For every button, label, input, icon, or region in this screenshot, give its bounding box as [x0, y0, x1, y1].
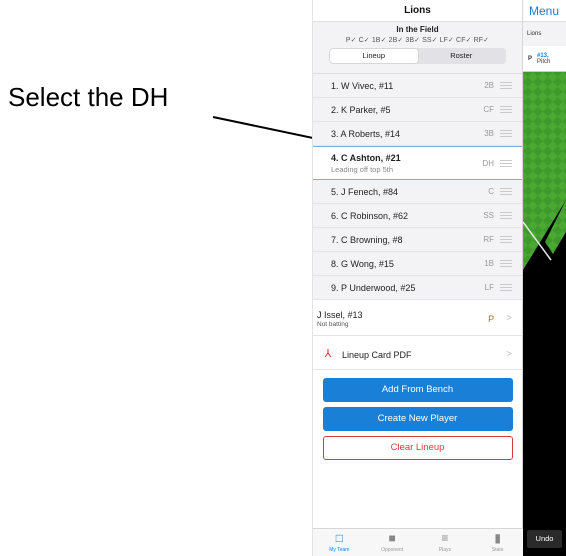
reorder-handle-icon[interactable]: [500, 159, 512, 167]
game-view-panel: Menu Lions P #13, Pitch Undo: [523, 0, 566, 556]
field-diagram: [523, 72, 566, 556]
player-name: 7. C Browning, #8: [331, 234, 403, 245]
segment-roster[interactable]: Roster: [418, 49, 506, 63]
pitcher-card-position: P: [527, 55, 532, 62]
segment-lineup[interactable]: Lineup: [330, 49, 418, 63]
player-name: 2. K Parker, #5: [331, 104, 391, 115]
lineup-row[interactable]: 1. W Vivec, #11 2B: [313, 74, 522, 98]
reorder-handle-icon[interactable]: [500, 260, 512, 267]
field-title: In the Field: [396, 25, 439, 34]
lineup-row[interactable]: 9. P Underwood, #25 LF: [313, 276, 522, 300]
lineup-panel: Lions In the Field P✓ C✓ 1B✓ 2B✓ 3B✓ SS✓…: [312, 0, 524, 556]
position-label[interactable]: 2B: [484, 81, 494, 90]
reorder-handle-icon[interactable]: [500, 130, 512, 137]
jersey-filled-icon: ■: [388, 531, 396, 545]
position-label[interactable]: CF: [483, 105, 494, 114]
lineup-row[interactable]: 6. C Robinson, #62 SS: [313, 204, 522, 228]
field-positions-status: P✓ C✓ 1B✓ 2B✓ 3B✓ SS✓ LF✓ CF✓ RF✓: [345, 37, 490, 44]
reorder-handle-icon[interactable]: [500, 212, 512, 219]
pitcher-card[interactable]: P #13, Pitch: [523, 46, 566, 72]
undo-button[interactable]: Undo: [527, 530, 562, 548]
pitcher-note: Not batting: [317, 320, 349, 328]
position-label[interactable]: RF: [483, 235, 494, 244]
player-name: 6. C Robinson, #62: [331, 210, 409, 221]
tab-label: My Team: [329, 547, 350, 553]
tab-label: Opponent: [381, 547, 404, 553]
team-title: Lions: [313, 0, 522, 22]
bar-chart-icon: ▮: [494, 531, 501, 545]
reorder-handle-icon[interactable]: [500, 188, 512, 195]
list-icon: ≡: [441, 531, 449, 545]
menu-button[interactable]: Menu: [523, 0, 566, 22]
lineup-row[interactable]: 7. C Browning, #8 RF: [313, 228, 522, 252]
pdf-icon: ⅄: [324, 348, 332, 360]
add-from-bench-button[interactable]: Add From Bench: [322, 378, 513, 402]
create-new-player-button[interactable]: Create New Player: [322, 407, 513, 431]
batting-lineup-list: 1. W Vivec, #11 2B 2. K Parker, #5 CF 3.…: [313, 74, 522, 300]
position-label[interactable]: LF: [485, 283, 494, 292]
tab-label: Stats: [491, 547, 504, 553]
position-label[interactable]: SS: [483, 211, 494, 220]
position-label[interactable]: 1B: [484, 259, 494, 268]
team-header: Lions: [523, 22, 566, 46]
pitcher-position-label: P: [488, 313, 495, 324]
clear-lineup-button[interactable]: Clear Lineup: [322, 436, 513, 460]
position-label[interactable]: C: [488, 187, 494, 196]
lineup-row[interactable]: 3. A Roberts, #14 3B: [313, 122, 522, 146]
reorder-handle-icon[interactable]: [500, 236, 512, 243]
reorder-handle-icon[interactable]: [500, 106, 512, 113]
lineup-row[interactable]: 2. K Parker, #5 CF: [313, 98, 522, 122]
lineup-card-pdf-label: Lineup Card PDF: [342, 349, 412, 360]
pitcher-card-role: Pitch: [537, 58, 551, 65]
player-name: 4. C Ashton, #21: [331, 152, 401, 163]
tab-plays[interactable]: ≡ Plays: [419, 529, 472, 556]
lineup-card-pdf-row[interactable]: ⅄ Lineup Card PDF >: [313, 340, 522, 370]
player-name: 3. A Roberts, #14: [331, 128, 401, 139]
pitcher-row[interactable]: J Issel, #13 Not batting P >: [313, 302, 522, 336]
tab-my-team[interactable]: □ My Team: [313, 529, 366, 556]
reorder-handle-icon[interactable]: [500, 82, 512, 89]
player-name: 8. G Wong, #15: [331, 258, 394, 269]
tab-label: Plays: [438, 547, 451, 553]
player-name: 5. J Fenech, #84: [331, 186, 399, 197]
chevron-right-icon: >: [506, 313, 512, 324]
jersey-outline-icon: □: [335, 531, 343, 545]
position-label[interactable]: 3B: [484, 129, 494, 138]
tab-opponent[interactable]: ■ Opponent: [366, 529, 419, 556]
chevron-right-icon: >: [506, 349, 512, 360]
in-the-field-section: In the Field P✓ C✓ 1B✓ 2B✓ 3B✓ SS✓ LF✓ C…: [313, 22, 522, 74]
position-label-dh[interactable]: DH: [482, 159, 494, 168]
tab-stats[interactable]: ▮ Stats: [471, 529, 524, 556]
player-name: 1. W Vivec, #11: [331, 80, 394, 91]
annotation-text: Select the DH: [8, 82, 169, 112]
lineup-row[interactable]: 5. J Fenech, #84 C: [313, 180, 522, 204]
lineup-roster-segmented-control: Lineup Roster: [329, 48, 506, 64]
player-name: 9. P Underwood, #25: [331, 282, 416, 293]
bottom-tab-bar: □ My Team ■ Opponent ≡ Plays ▮ Stats: [313, 528, 524, 556]
lineup-row-selected[interactable]: 4. C Ashton, #21 Leading off top 5th DH: [313, 146, 522, 180]
player-note: Leading off top 5th: [331, 164, 393, 174]
pitcher-name: J Issel, #13: [317, 309, 363, 320]
pitcher-card-number: #13,: [537, 52, 549, 59]
reorder-handle-icon[interactable]: [500, 284, 512, 291]
lineup-row[interactable]: 8. G Wong, #15 1B: [313, 252, 522, 276]
